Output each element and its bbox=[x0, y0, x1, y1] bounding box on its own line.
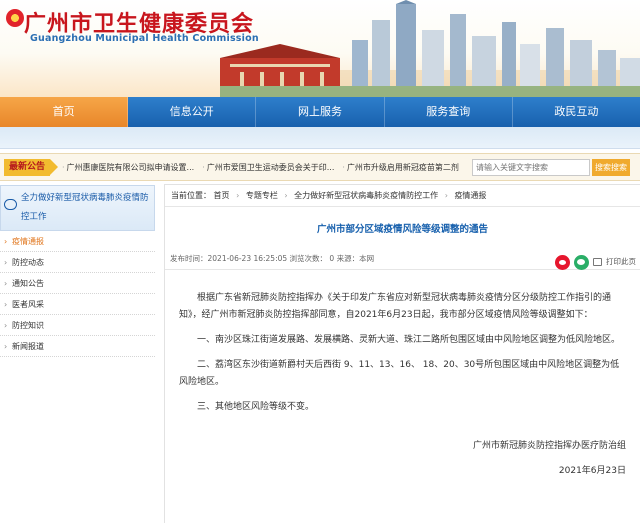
article-panel: 当前位置： 首页 › 专题专栏 › 全力做好新型冠状病毒肺炎疫情防控工作 › 疫… bbox=[164, 184, 640, 523]
article-date: 2021年6月23日 bbox=[558, 466, 626, 476]
main-nav: 首页 信息公开 网上服务 服务查询 政民互动 bbox=[0, 97, 640, 127]
sidebar-item-epidemic-report[interactable]: 疫情通报 bbox=[0, 231, 155, 252]
article-paragraph: 二、荔湾区东沙街道新爵村天后西街 9、11、13、16、 18、20、30号所包… bbox=[179, 360, 620, 387]
notice-item[interactable]: 广州市升级启用新冠疫苗第二剂 bbox=[342, 154, 459, 182]
sidebar: 全力做好新型冠状病毒肺炎疫情防控工作 疫情通报 防控动态 通知公告 医者风采 防… bbox=[0, 185, 155, 357]
print-page-link[interactable]: 打印此页 bbox=[606, 251, 636, 273]
sidebar-item-medical-staff[interactable]: 医者风采 bbox=[0, 294, 155, 315]
article-paragraph: 三、其他地区风险等级不变。 bbox=[197, 402, 315, 412]
nav-home[interactable]: 首页 bbox=[0, 97, 129, 127]
article-title: 广州市部分区域疫情风险等级调整的通告 bbox=[316, 224, 488, 235]
article-meta: 发布时间：2021-06-23 16:25:05 浏览次数： 0 来源：本网 打… bbox=[165, 248, 640, 270]
chat-bubble-icon bbox=[4, 199, 17, 210]
weibo-share-icon[interactable] bbox=[555, 254, 570, 270]
article-paragraph: 根据广东省新冠肺炎防控指挥办《关于印发广东省应对新型冠状病毒肺炎疫情分区分级防控… bbox=[179, 293, 612, 320]
breadcrumb-link-special[interactable]: 全力做好新型冠状病毒肺炎疫情防控工作 bbox=[294, 191, 438, 200]
notice-item[interactable]: 广州市爱国卫生运动委员会关于印... bbox=[202, 154, 335, 182]
printer-icon[interactable] bbox=[593, 258, 602, 266]
notice-label: 最新公告 bbox=[4, 159, 58, 176]
breadcrumb-separator: › bbox=[236, 191, 240, 200]
breadcrumb: 当前位置： 首页 › 专题专栏 › 全力做好新型冠状病毒肺炎疫情防控工作 › 疫… bbox=[165, 185, 640, 207]
city-skyline-image bbox=[220, 0, 640, 97]
nav-subbar bbox=[0, 127, 640, 149]
sidebar-item-knowledge[interactable]: 防控知识 bbox=[0, 315, 155, 336]
share-tools: 打印此页 bbox=[555, 251, 636, 273]
search-button[interactable]: 搜索搜索 bbox=[592, 159, 630, 176]
breadcrumb-link-home[interactable]: 首页 bbox=[214, 191, 230, 200]
article-signature: 广州市新冠肺炎防控指挥办医疗防治组 bbox=[472, 441, 626, 451]
nav-online-service[interactable]: 网上服务 bbox=[256, 97, 385, 127]
sidebar-item-announcements[interactable]: 通知公告 bbox=[0, 273, 155, 294]
sidebar-heading[interactable]: 全力做好新型冠状病毒肺炎疫情防控工作 bbox=[0, 185, 155, 231]
breadcrumb-separator: › bbox=[284, 191, 288, 200]
wechat-share-icon[interactable] bbox=[574, 254, 589, 270]
nav-info-disclosure[interactable]: 信息公开 bbox=[128, 97, 257, 127]
breadcrumb-link-topics[interactable]: 专题专栏 bbox=[246, 191, 278, 200]
breadcrumb-separator: › bbox=[444, 191, 448, 200]
notice-bar: 最新公告 广州惠康医院有限公司拟申请设置... 广州市爱国卫生运动委员会关于印.… bbox=[0, 153, 640, 181]
article-paragraph: 一、南沙区珠江街道发展路、发展横路、灵新大道、珠江二路所包围区域由中风险地区调整… bbox=[197, 335, 621, 345]
notice-list: 广州惠康医院有限公司拟申请设置... 广州市爱国卫生运动委员会关于印... 广州… bbox=[62, 154, 459, 182]
article-meta-text: 发布时间：2021-06-23 16:25:05 浏览次数： 0 来源：本网 bbox=[170, 254, 375, 263]
emblem-icon bbox=[6, 9, 24, 27]
nav-interaction[interactable]: 政民互动 bbox=[513, 97, 640, 127]
sidebar-heading-label: 全力做好新型冠状病毒肺炎疫情防控工作 bbox=[21, 193, 149, 222]
sidebar-item-news[interactable]: 新闻报道 bbox=[0, 336, 155, 357]
nav-service-query[interactable]: 服务查询 bbox=[385, 97, 513, 127]
notice-item[interactable]: 广州惠康医院有限公司拟申请设置... bbox=[62, 154, 195, 182]
article-body: 根据广东省新冠肺炎防控指挥办《关于印发广东省应对新型冠状病毒肺炎疫情分区分级防控… bbox=[165, 290, 640, 416]
breadcrumb-link-report[interactable]: 疫情通报 bbox=[454, 191, 486, 200]
site-banner: 广州市卫生健康委员会 Guangzhou Municipal Health Co… bbox=[0, 0, 640, 97]
breadcrumb-prefix: 当前位置： bbox=[171, 191, 211, 200]
search-input[interactable] bbox=[472, 159, 590, 176]
sidebar-item-control-news[interactable]: 防控动态 bbox=[0, 252, 155, 273]
